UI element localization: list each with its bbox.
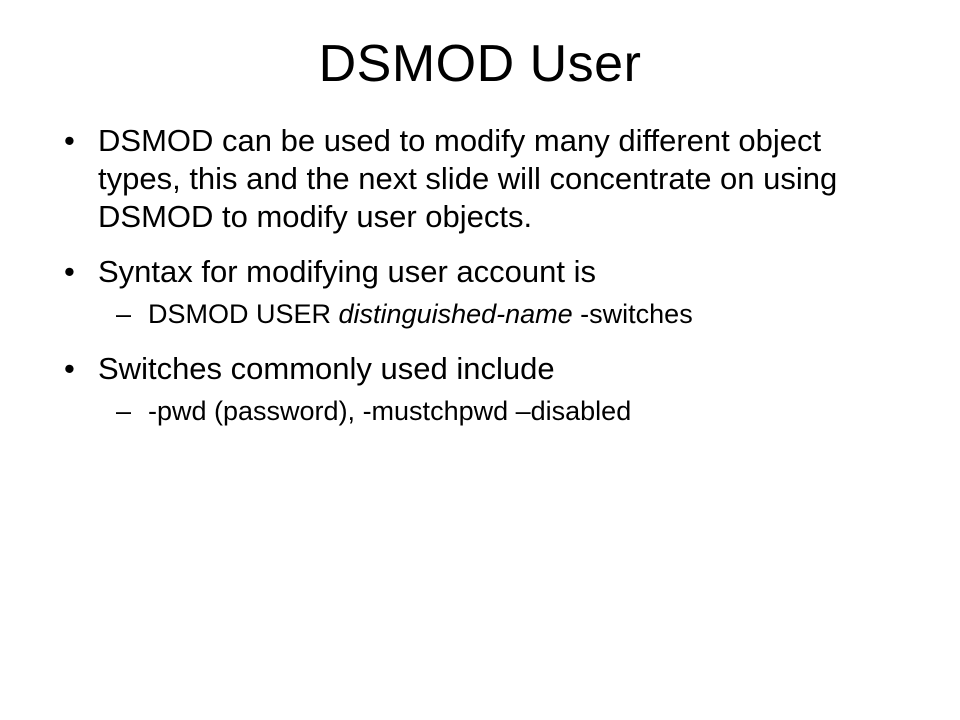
sub-bullet-list: -pwd (password), -mustchpwd –disabled	[98, 394, 904, 429]
bullet-item: DSMOD can be used to modify many differe…	[92, 122, 904, 235]
sub-bullet-item: -pwd (password), -mustchpwd –disabled	[144, 394, 904, 429]
sub-bullet-list: DSMOD USER distinguished-name -switches	[98, 297, 904, 332]
sub-bullet-suffix: -switches	[573, 299, 693, 329]
sub-bullet-italic: distinguished-name	[339, 299, 573, 329]
bullet-text: DSMOD can be used to modify many differe…	[98, 123, 837, 234]
slide: DSMOD User DSMOD can be used to modify m…	[0, 0, 960, 720]
sub-bullet-prefix: -pwd (password), -mustchpwd –disabled	[148, 396, 631, 426]
bullet-item: Switches commonly used include -pwd (pas…	[92, 350, 904, 428]
sub-bullet-item: DSMOD USER distinguished-name -switches	[144, 297, 904, 332]
bullet-item: Syntax for modifying user account is DSM…	[92, 253, 904, 331]
bullet-list: DSMOD can be used to modify many differe…	[56, 122, 904, 428]
bullet-text: Syntax for modifying user account is	[98, 254, 596, 289]
slide-title: DSMOD User	[56, 34, 904, 94]
sub-bullet-prefix: DSMOD USER	[148, 299, 339, 329]
bullet-text: Switches commonly used include	[98, 351, 555, 386]
